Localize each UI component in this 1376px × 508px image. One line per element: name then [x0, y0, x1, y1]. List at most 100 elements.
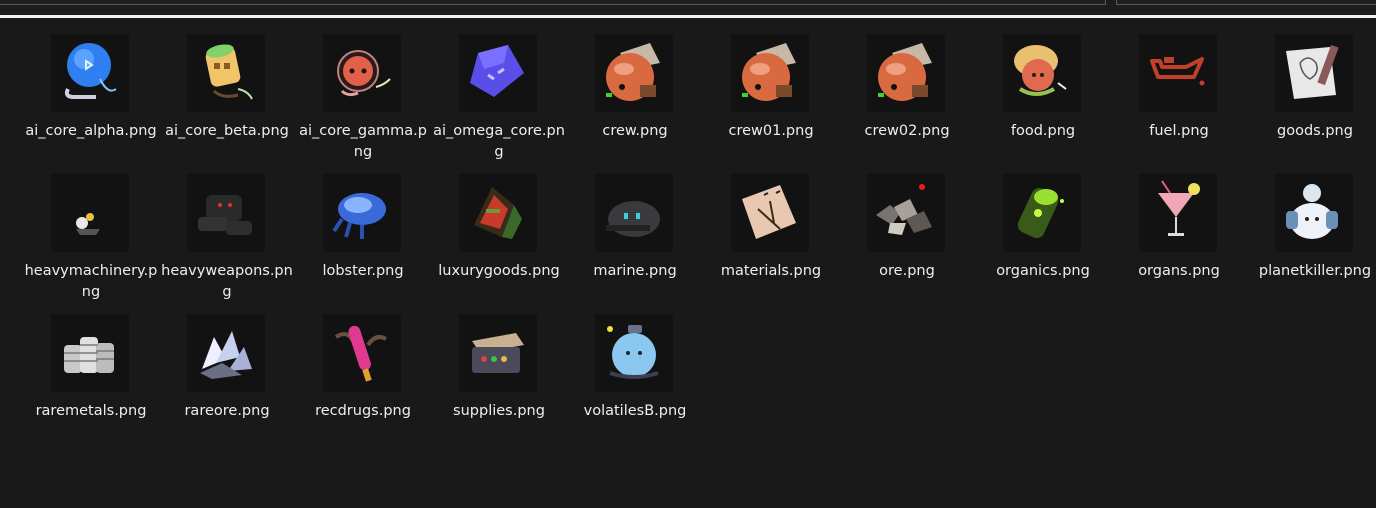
file-item[interactable]: goods.png: [1247, 30, 1376, 168]
coin-stacks-icon: [64, 337, 114, 373]
file-item[interactable]: materials.png: [703, 170, 839, 308]
oil-can-icon: [1150, 57, 1205, 86]
file-name: crew01.png: [728, 123, 814, 139]
search-box[interactable]: [1116, 0, 1376, 5]
file-item[interactable]: planetkiller.png: [1247, 170, 1376, 308]
thumbnail: [1275, 34, 1353, 112]
thumbnail: [51, 314, 129, 392]
thumbnail: [595, 34, 673, 112]
thumbnail: [595, 174, 673, 252]
yellow-canister-icon: [205, 44, 253, 100]
file-item[interactable]: heavyweapons.png: [159, 170, 295, 308]
file-item[interactable]: recdrugs.png: [295, 310, 431, 448]
file-item[interactable]: lobster.png: [295, 170, 431, 308]
file-name: ai_core_alpha.png: [25, 123, 157, 139]
thumbnail: [187, 34, 265, 112]
file-name: lobster.png: [322, 263, 404, 279]
materials-board-icon: [742, 185, 796, 239]
thumbnail: [51, 174, 129, 252]
file-name: marine.png: [593, 263, 677, 279]
ore-rocks-icon: [876, 184, 932, 235]
file-name: raremetals.png: [35, 403, 147, 419]
file-item[interactable]: organs.png: [1111, 170, 1247, 308]
file-name: ai_core_gamma.png: [299, 123, 427, 160]
file-name: rareore.png: [184, 403, 270, 419]
volatiles-blob-icon: [607, 325, 659, 379]
file-item[interactable]: ai_core_gamma.png: [295, 30, 431, 168]
supplies-crate-icon: [472, 333, 524, 373]
file-name: heavyweapons.png: [161, 263, 293, 300]
file-name: goods.png: [1277, 123, 1353, 139]
goods-canvas-icon: [1286, 44, 1339, 99]
marine-helmet-icon: [606, 201, 660, 237]
file-item[interactable]: supplies.png: [431, 310, 567, 448]
thumbnail: [187, 314, 265, 392]
file-item[interactable]: heavymachinery.png: [23, 170, 159, 308]
thumbnail: [51, 34, 129, 112]
file-item[interactable]: ai_omega_core.png: [431, 30, 567, 168]
file-name: ai_core_beta.png: [165, 123, 289, 139]
file-item[interactable]: fuel.png: [1111, 30, 1247, 168]
file-item[interactable]: raremetals.png: [23, 310, 159, 448]
sandwich-icon: [474, 187, 522, 239]
cocktail-icon: [1158, 180, 1200, 236]
toolbar: [0, 0, 1376, 14]
thumbnail: [867, 174, 945, 252]
file-name: volatilesB.png: [583, 403, 687, 419]
file-item[interactable]: ai_core_alpha.png: [23, 30, 159, 168]
thumbnail: [1003, 34, 1081, 112]
file-item[interactable]: marine.png: [567, 170, 703, 308]
file-item[interactable]: crew01.png: [703, 30, 839, 168]
crew-helmet-icon: [878, 43, 932, 101]
thumbnail: [731, 34, 809, 112]
food-bun-icon: [1014, 45, 1067, 96]
file-item[interactable]: volatilesB.png: [567, 310, 703, 448]
lobster-icon: [332, 193, 386, 239]
divider: [0, 15, 1376, 18]
rare-ore-icon: [200, 331, 252, 379]
file-name: organs.png: [1138, 263, 1220, 279]
file-name: ore.png: [879, 263, 935, 279]
file-item[interactable]: ai_core_beta.png: [159, 30, 295, 168]
machinery-icon: [76, 213, 100, 235]
thumbnail: [867, 34, 945, 112]
file-item[interactable]: organics.png: [975, 170, 1111, 308]
file-item[interactable]: crew02.png: [839, 30, 975, 168]
thumbnail: [1139, 174, 1217, 252]
thumbnail: [323, 314, 401, 392]
thumbnail: [1003, 174, 1081, 252]
weapons-icon: [198, 195, 252, 235]
thumbnail: [595, 314, 673, 392]
thumbnail: [1275, 174, 1353, 252]
file-name: materials.png: [720, 263, 822, 279]
file-name: recdrugs.png: [315, 403, 411, 419]
red-pod-icon: [337, 50, 391, 97]
thumbnail: [1139, 34, 1217, 112]
file-item[interactable]: luxurygoods.png: [431, 170, 567, 308]
file-name: supplies.png: [453, 403, 545, 419]
file-name: fuel.png: [1149, 123, 1209, 139]
thumbnail: [459, 34, 537, 112]
file-item[interactable]: ore.png: [839, 170, 975, 308]
blue-orb-icon: [64, 43, 117, 99]
recdrugs-icon: [334, 325, 388, 382]
crew-helmet-icon: [742, 43, 796, 101]
file-item[interactable]: rareore.png: [159, 310, 295, 448]
crew-helmet-icon: [606, 43, 660, 101]
organics-can-icon: [1017, 187, 1064, 239]
thumbnail: [187, 174, 265, 252]
file-name: crew02.png: [864, 123, 950, 139]
file-name: heavymachinery.png: [24, 263, 158, 300]
thumbnail: [459, 174, 537, 252]
purple-crystal-icon: [470, 45, 524, 97]
file-name: ai_omega_core.png: [433, 123, 565, 160]
thumbnail: [323, 34, 401, 112]
file-name: luxurygoods.png: [438, 263, 560, 279]
file-name: food.png: [1010, 123, 1076, 139]
thumbnail: [731, 174, 809, 252]
file-item[interactable]: crew.png: [567, 30, 703, 168]
address-bar[interactable]: [0, 0, 1106, 5]
file-name: organics.png: [996, 263, 1090, 279]
planetkiller-icon: [1286, 184, 1338, 239]
file-item[interactable]: food.png: [975, 30, 1111, 168]
